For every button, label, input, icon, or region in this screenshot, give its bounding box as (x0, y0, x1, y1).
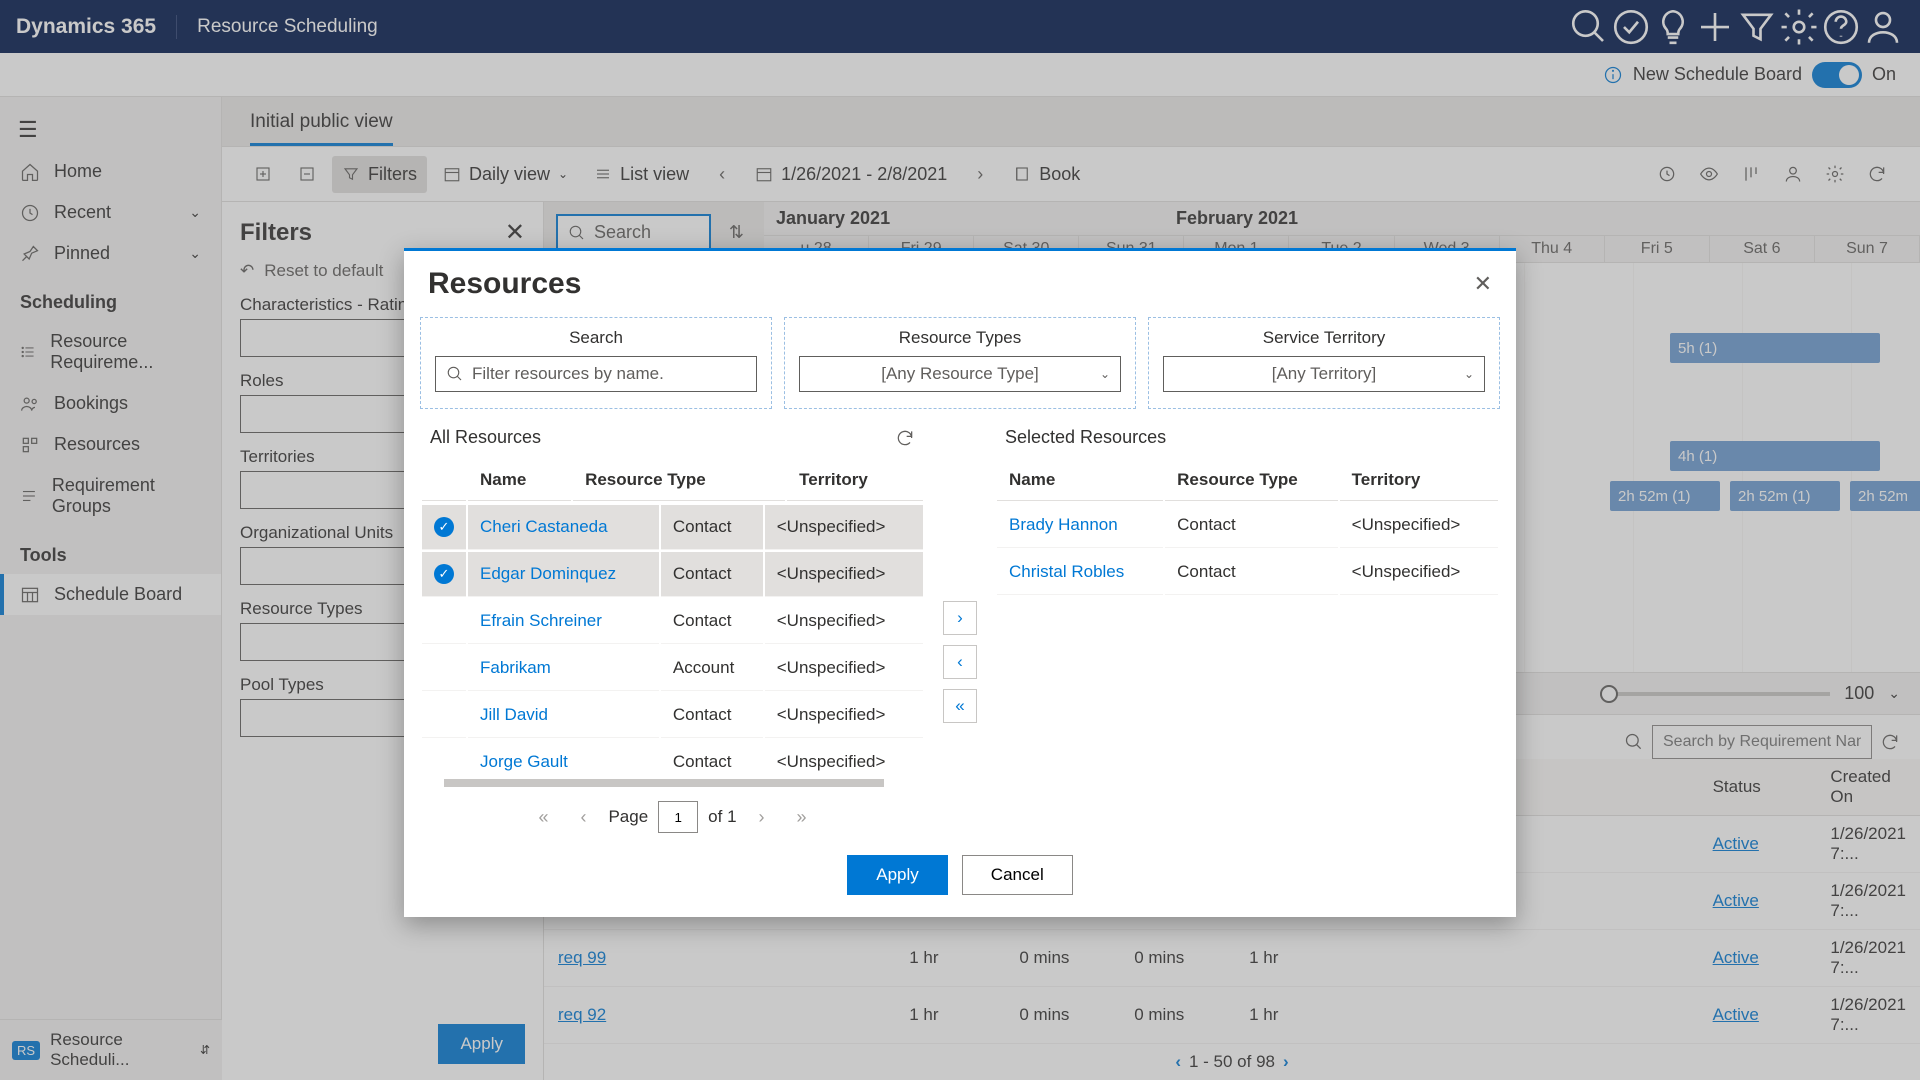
search-icon (446, 365, 464, 383)
list-item[interactable]: Jill DavidContact<Unspecified> (422, 693, 923, 738)
list-item[interactable]: Efrain SchreinerContact<Unspecified> (422, 599, 923, 644)
refresh-icon[interactable] (895, 428, 915, 448)
all-resources-list: All Resources NameResource TypeTerritory… (420, 423, 925, 841)
modal-overlay: Resources ✕ Search Filter resources by n… (0, 0, 1920, 1080)
page-next-icon[interactable]: › (747, 802, 777, 832)
move-all-left-button[interactable]: « (943, 689, 977, 723)
check-icon[interactable]: ✓ (434, 564, 454, 584)
list-item[interactable]: Jorge GaultContact<Unspecified> (422, 740, 923, 773)
close-dialog-button[interactable]: ✕ (1474, 271, 1492, 297)
check-icon[interactable]: ✓ (434, 517, 454, 537)
transfer-controls: › ‹ « (943, 423, 977, 841)
list-item[interactable]: ✓Cheri CastanedaContact<Unspecified> (422, 505, 923, 550)
list-item[interactable]: FabrikamAccount<Unspecified> (422, 646, 923, 691)
move-right-button[interactable]: › (943, 601, 977, 635)
filter-card-search: Search Filter resources by name. (420, 317, 772, 409)
col-name[interactable]: Name (997, 460, 1163, 501)
col-name[interactable]: Name (468, 460, 571, 501)
selected-resources-list: Selected Resources NameResource TypeTerr… (995, 423, 1500, 841)
list-item[interactable]: Brady HannonContact<Unspecified> (997, 503, 1498, 548)
col-type[interactable]: Resource Type (573, 460, 785, 501)
chevron-down-icon: ⌄ (1464, 367, 1474, 381)
move-left-button[interactable]: ‹ (943, 645, 977, 679)
resources-dialog: Resources ✕ Search Filter resources by n… (404, 248, 1516, 917)
list-item[interactable]: ✓Edgar DominquezContact<Unspecified> (422, 552, 923, 597)
page-number-input[interactable] (658, 801, 698, 833)
chevron-down-icon: ⌄ (1100, 367, 1110, 381)
filter-territory-dropdown[interactable]: [Any Territory]⌄ (1163, 356, 1485, 392)
dialog-title: Resources (428, 267, 581, 301)
col-territory[interactable]: Territory (1340, 460, 1498, 501)
horizontal-scrollbar[interactable] (444, 779, 884, 787)
col-territory[interactable]: Territory (787, 460, 923, 501)
filter-type-dropdown[interactable]: [Any Resource Type]⌄ (799, 356, 1121, 392)
page-prev-icon[interactable]: ‹ (568, 802, 598, 832)
page-last-icon[interactable]: » (787, 802, 817, 832)
filter-card-resource-types: Resource Types [Any Resource Type]⌄ (784, 317, 1136, 409)
page-first-icon[interactable]: « (528, 802, 558, 832)
filter-search-input[interactable]: Filter resources by name. (435, 356, 757, 392)
apply-button[interactable]: Apply (847, 855, 948, 895)
cancel-button[interactable]: Cancel (962, 855, 1073, 895)
list-item[interactable]: Christal RoblesContact<Unspecified> (997, 550, 1498, 595)
col-type[interactable]: Resource Type (1165, 460, 1338, 501)
filter-card-territory: Service Territory [Any Territory]⌄ (1148, 317, 1500, 409)
